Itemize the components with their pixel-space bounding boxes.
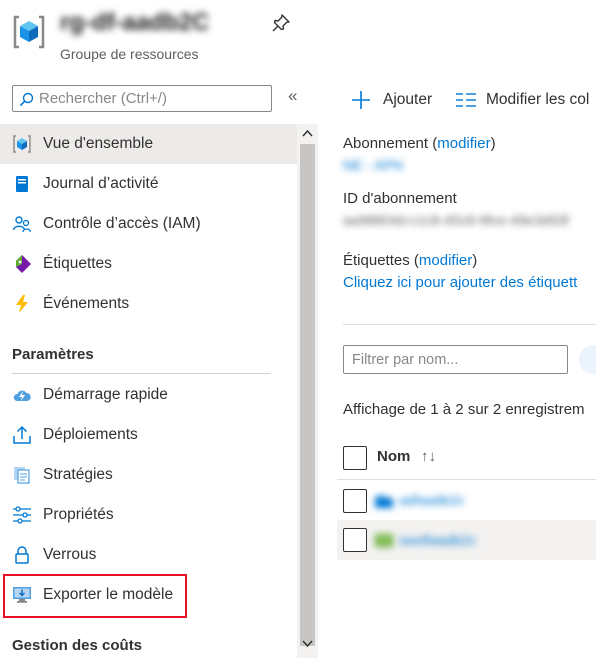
people-iam-icon: [12, 216, 32, 233]
scroll-up-arrow-icon[interactable]: [302, 129, 313, 137]
section-divider: [12, 373, 271, 374]
sidebar-scrollbar[interactable]: [297, 124, 318, 658]
section-heading-cost-management: Gestion des coûts: [12, 637, 143, 654]
sort-icon[interactable]: ↑↓: [421, 448, 436, 465]
record-count-text: Affichage de 1 à 2 sur 2 enregistrem: [343, 401, 585, 418]
search-box[interactable]: [12, 85, 272, 112]
sidebar-item-label: Vue d'ensemble: [43, 135, 154, 152]
sidebar-item-properties[interactable]: Propriétés: [0, 495, 297, 535]
pin-icon[interactable]: [271, 13, 291, 33]
overview-cube-icon: [13, 135, 31, 153]
subscription-label: Abonnement: [343, 135, 429, 152]
subscription-id-value: aa98804d-c1c8-45c8-9fce-49e3d93f: [343, 212, 569, 228]
section-heading-settings: Paramètres: [12, 346, 94, 363]
sidebar-item-label: Déploiements: [43, 426, 138, 443]
filter-by-name-input[interactable]: [352, 350, 557, 369]
subscription-value-link[interactable]: NE - APN: [343, 157, 403, 173]
data-factory-icon: [375, 494, 393, 508]
sidebar-item-label: Contrôle d’accès (IAM): [43, 215, 201, 232]
resource-name-link[interactable]: swsflaadb2c: [399, 532, 476, 548]
select-all-checkbox[interactable]: [343, 446, 367, 470]
search-icon: [19, 92, 34, 107]
add-button[interactable]: Ajouter: [351, 90, 441, 110]
table-row[interactable]: swsflaadb2c: [337, 520, 596, 560]
sidebar-item-label: Journal d’activité: [43, 175, 159, 192]
tags-label: Étiquettes: [343, 252, 410, 269]
lightning-icon: [16, 295, 28, 313]
add-button-label: Ajouter: [383, 91, 433, 108]
cloud-quickstart-icon: [13, 390, 31, 401]
sidebar-item-events[interactable]: Événements: [0, 284, 297, 324]
scroll-down-arrow-icon[interactable]: [302, 640, 313, 648]
sidebar-item-label: Propriétés: [43, 506, 114, 523]
columns-icon: [456, 93, 476, 107]
policy-document-icon: [14, 467, 30, 484]
subscription-modify-link[interactable]: modifier: [437, 135, 490, 152]
page-title: rg-df-aadb2C: [60, 9, 210, 36]
sidebar-item-activity-log[interactable]: Journal d’activité: [0, 164, 297, 204]
sidebar-item-deployments[interactable]: Déploiements: [0, 415, 297, 455]
scrollbar-thumb[interactable]: [300, 144, 315, 646]
edit-columns-button[interactable]: Modifier les col: [455, 90, 596, 110]
sliders-properties-icon: [13, 506, 31, 524]
resource-group-icon: [13, 15, 45, 49]
sidebar-item-quickstart[interactable]: Démarrage rapide: [0, 375, 297, 415]
sidebar-item-label: Étiquettes: [43, 255, 112, 272]
column-header-name[interactable]: Nom: [377, 448, 410, 465]
table-row[interactable]: adfaadb2c: [337, 480, 596, 520]
resource-name-link[interactable]: adfaadb2c: [399, 492, 464, 508]
export-template-highlight-box: [3, 574, 187, 618]
row-checkbox[interactable]: [343, 489, 367, 513]
filter-box[interactable]: [343, 345, 568, 374]
collapse-sidebar-button[interactable]: «: [288, 86, 297, 106]
subscription-id-label: ID d'abonnement: [343, 190, 457, 207]
storage-icon: [375, 534, 393, 547]
subscription-field: Abonnement (modifier): [343, 135, 496, 152]
activity-log-icon: [16, 176, 28, 192]
row-checkbox[interactable]: [343, 528, 367, 552]
lock-icon: [15, 546, 29, 564]
sidebar-item-label: Verrous: [43, 546, 97, 563]
sidebar-item-label: Événements: [43, 295, 130, 312]
upload-deploy-icon: [13, 425, 31, 444]
sidebar-item-label: Démarrage rapide: [43, 386, 168, 403]
sidebar-item-locks[interactable]: Verrous: [0, 535, 297, 575]
sidebar-item-tags[interactable]: Étiquettes: [0, 244, 297, 284]
sidebar-item-overview[interactable]: Vue d'ensemble: [0, 124, 297, 164]
sidebar-item-label: Stratégies: [43, 466, 113, 483]
tag-icon: [16, 255, 31, 273]
tags-modify-link[interactable]: modifier: [419, 252, 472, 269]
add-tags-link[interactable]: Cliquez ici pour ajouter des étiquett: [343, 274, 577, 291]
search-input[interactable]: [39, 89, 267, 108]
sidebar-item-iam[interactable]: Contrôle d’accès (IAM): [0, 204, 297, 244]
sidebar-item-policies[interactable]: Stratégies: [0, 455, 297, 495]
add-filter-pill[interactable]: [579, 345, 596, 374]
tags-field: Étiquettes (modifier): [343, 252, 478, 269]
page-subtitle: Groupe de ressources: [60, 46, 199, 62]
essentials-divider: [343, 324, 596, 325]
plus-icon: [352, 91, 370, 109]
edit-columns-label: Modifier les col: [486, 91, 590, 108]
